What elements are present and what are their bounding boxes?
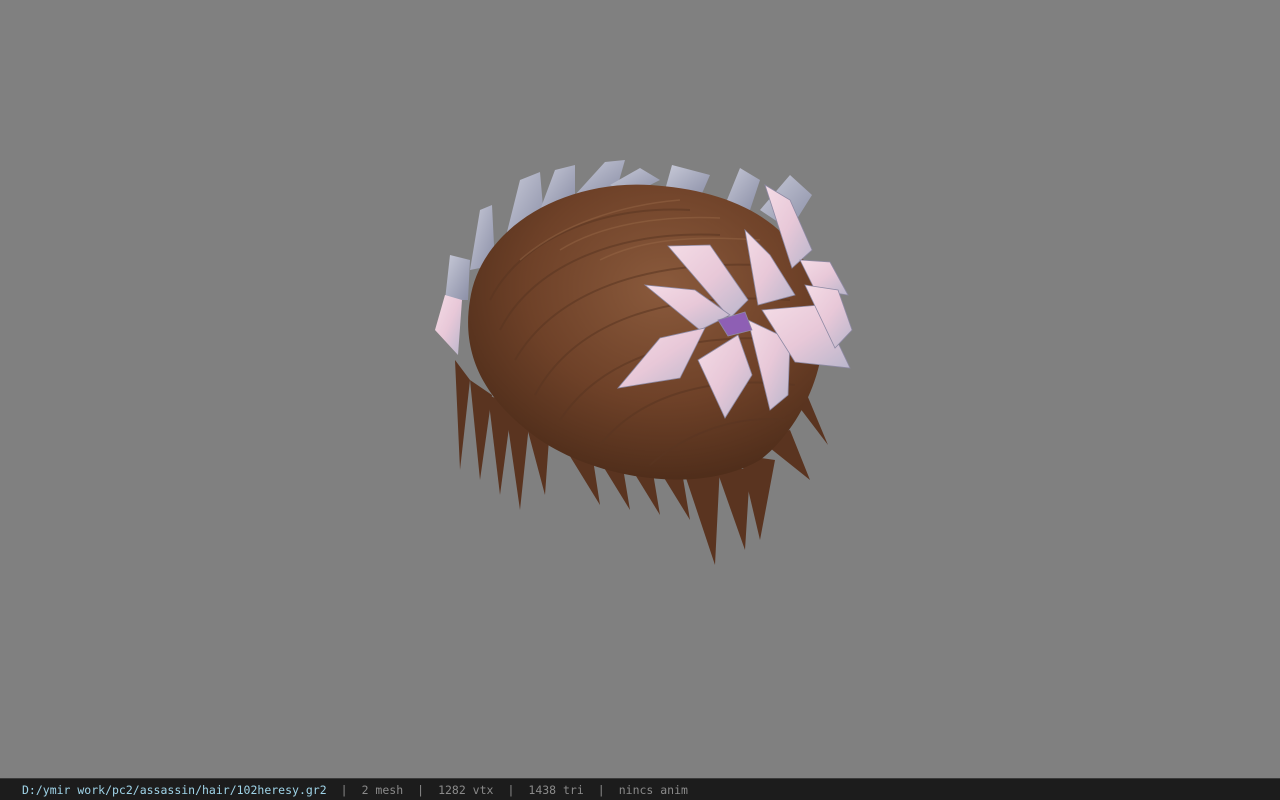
status-bar: D:/ymir work/pc2/assassin/hair/102heresy…: [0, 778, 1280, 800]
separator: |: [507, 782, 515, 797]
separator: |: [417, 782, 425, 797]
separator: |: [597, 782, 605, 797]
3d-viewport[interactable]: [0, 0, 1280, 778]
mesh-count: 2 mesh: [361, 782, 404, 797]
separator: |: [340, 782, 348, 797]
animation-status: nincs anim: [618, 782, 688, 797]
triangle-count: 1438 tri: [528, 782, 584, 797]
file-path: D:/ymir work/pc2/assassin/hair/102heresy…: [22, 782, 327, 797]
hair-model-render[interactable]: [0, 0, 1280, 778]
vertex-count: 1282 vtx: [438, 782, 494, 797]
